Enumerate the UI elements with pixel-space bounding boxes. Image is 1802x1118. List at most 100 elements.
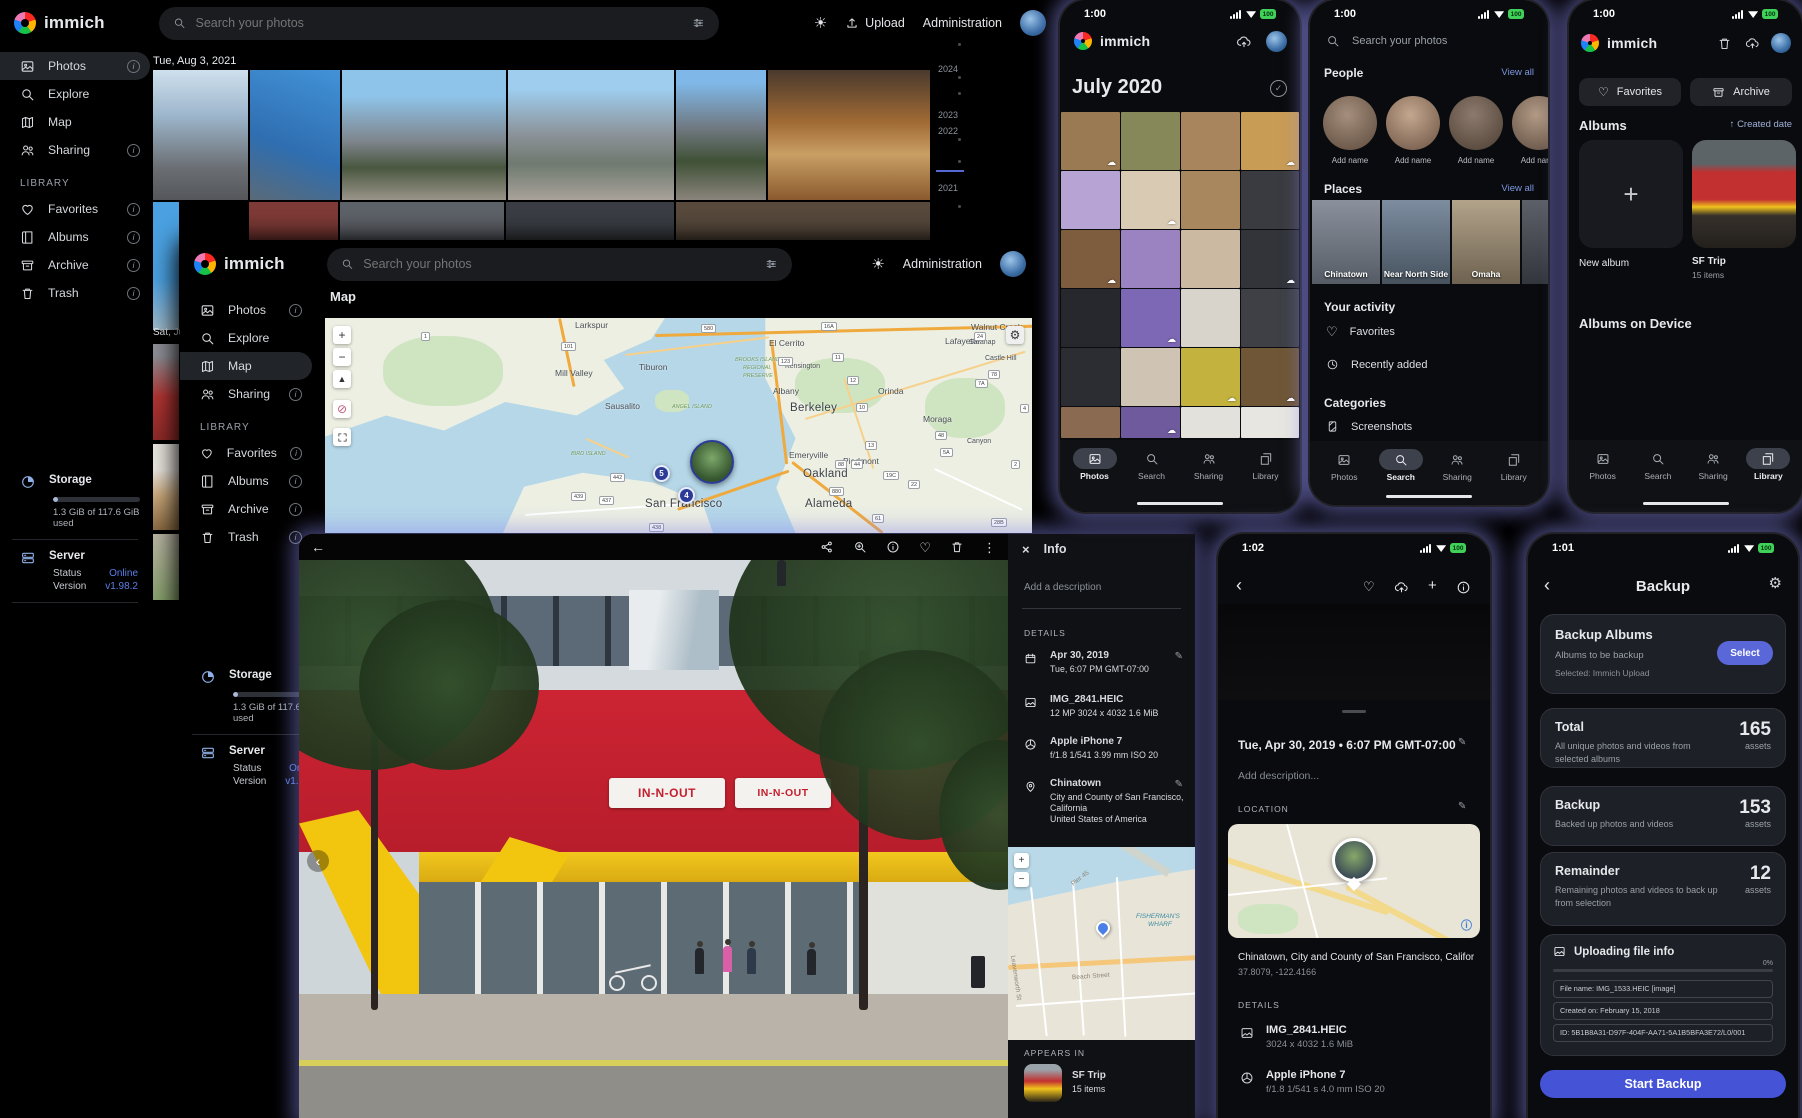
select-all-icon[interactable]: ✓ bbox=[1270, 80, 1287, 97]
photo-tile[interactable] bbox=[1061, 407, 1120, 438]
photo-thumbnail[interactable] bbox=[342, 70, 506, 200]
photo-thumbnail[interactable] bbox=[250, 70, 340, 200]
add-icon[interactable]: + bbox=[1428, 578, 1437, 593]
sidebar-item-trash[interactable]: Trashi bbox=[180, 523, 312, 551]
photo-tile[interactable] bbox=[1121, 289, 1180, 347]
location-map[interactable]: ⓘ bbox=[1228, 824, 1480, 938]
sidebar-item-map[interactable]: Map bbox=[0, 108, 150, 136]
map-info-icon[interactable]: ⓘ bbox=[1461, 921, 1472, 932]
cloud-sync-icon[interactable] bbox=[1745, 36, 1760, 51]
info-icon[interactable] bbox=[886, 540, 900, 554]
sidebar-item-map[interactable]: Map bbox=[180, 352, 312, 380]
photo-tile[interactable] bbox=[1241, 230, 1299, 288]
place-tile[interactable]: Near North Side bbox=[1382, 200, 1450, 284]
add-name-link[interactable]: Add name bbox=[1512, 156, 1548, 165]
minimap-zoom-out[interactable]: − bbox=[1014, 872, 1029, 887]
delete-icon[interactable] bbox=[950, 540, 964, 554]
edit-date-pencil-icon[interactable]: ✎ bbox=[1175, 652, 1183, 662]
map-photo-marker[interactable] bbox=[690, 440, 734, 484]
person-face[interactable] bbox=[1449, 96, 1503, 150]
nav-library[interactable]: Library bbox=[1741, 448, 1795, 512]
sidebar-item-archive[interactable]: Archivei bbox=[180, 495, 312, 523]
sidebar-item-sharing[interactable]: Sharingi bbox=[0, 136, 150, 164]
search-input[interactable] bbox=[363, 257, 755, 271]
edit-location-pencil-icon[interactable]: ✎ bbox=[1175, 780, 1183, 790]
photo-tile[interactable] bbox=[1121, 407, 1180, 438]
nav-photos[interactable]: Photos bbox=[1576, 448, 1630, 512]
photo-tile[interactable] bbox=[1241, 171, 1299, 229]
administration-link[interactable]: Administration bbox=[923, 16, 1002, 30]
photo-thumbnail[interactable] bbox=[676, 70, 766, 200]
prev-photo-button[interactable]: ‹ bbox=[307, 850, 329, 872]
share-icon[interactable] bbox=[820, 540, 834, 554]
map-cluster-marker[interactable]: 5 bbox=[653, 465, 670, 482]
photo-tile[interactable] bbox=[1241, 112, 1299, 170]
edit-location-pencil-icon[interactable]: ✎ bbox=[1458, 802, 1466, 812]
photo-dark-preview[interactable] bbox=[1218, 604, 1490, 700]
close-icon[interactable]: × bbox=[1022, 543, 1030, 556]
photo-tile[interactable] bbox=[1181, 171, 1240, 229]
description-input[interactable]: Add description... bbox=[1238, 770, 1319, 782]
photo-tile[interactable] bbox=[1061, 230, 1120, 288]
avatar[interactable] bbox=[1771, 33, 1791, 53]
theme-toggle-icon[interactable]: ☀ bbox=[814, 16, 827, 31]
photo-thumbnail[interactable] bbox=[340, 202, 504, 240]
immich-logo[interactable]: immich bbox=[194, 253, 285, 275]
album-sf-trip-tile[interactable] bbox=[1692, 140, 1796, 248]
photo-thumbnail[interactable] bbox=[506, 202, 674, 240]
sidebar-item-photos[interactable]: Photosi bbox=[180, 296, 312, 324]
photo-thumbnail[interactable] bbox=[153, 70, 248, 200]
administration-link[interactable]: Administration bbox=[903, 257, 982, 271]
favorite-heart-icon[interactable]: ♡ bbox=[1363, 580, 1375, 593]
back-icon[interactable]: ‹ bbox=[1236, 576, 1242, 594]
map-zoom-in-button[interactable]: + bbox=[333, 326, 351, 344]
cloud-sync-icon[interactable] bbox=[1236, 34, 1252, 50]
album-name[interactable]: SF Trip bbox=[1072, 1070, 1106, 1081]
photo-thumbnail[interactable] bbox=[676, 202, 930, 240]
sidebar-item-sharing[interactable]: Sharingi bbox=[180, 380, 312, 408]
sidebar-item-archive[interactable]: Archivei bbox=[0, 251, 150, 279]
person-face[interactable] bbox=[1386, 96, 1440, 150]
photo-tile[interactable] bbox=[1181, 348, 1240, 406]
timeline-scrubber-handle[interactable] bbox=[936, 170, 964, 172]
search-bar[interactable] bbox=[327, 248, 792, 281]
sidebar-item-favorites[interactable]: Favoritesi bbox=[0, 195, 150, 223]
favorites-row[interactable]: ♡Favorites bbox=[1326, 325, 1395, 338]
favorite-heart-icon[interactable]: ♡ bbox=[919, 541, 931, 554]
map-fullscreen-button[interactable] bbox=[333, 428, 351, 446]
map-filter-button[interactable]: ⊘ bbox=[333, 400, 351, 418]
photo-viewer[interactable]: IN-N-OUT IN-N-OUT bbox=[299, 560, 1008, 1118]
nav-photos[interactable]: Photos bbox=[1317, 449, 1371, 505]
photo-tile[interactable] bbox=[1121, 171, 1180, 229]
sidebar-item-albums[interactable]: Albumsi bbox=[0, 223, 150, 251]
screenshots-row[interactable]: Screenshots bbox=[1326, 420, 1412, 433]
sidebar-item-explore[interactable]: Explore bbox=[0, 80, 150, 108]
place-tile[interactable]: Chinatown bbox=[1312, 200, 1380, 284]
map-settings-gear-icon[interactable]: ⚙ bbox=[1006, 326, 1024, 344]
sidebar-item-albums[interactable]: Albumsi bbox=[180, 467, 312, 495]
nav-library[interactable]: Library bbox=[1487, 449, 1541, 505]
add-name-link[interactable]: Add name bbox=[1323, 156, 1377, 165]
photo-tile[interactable] bbox=[1241, 289, 1299, 347]
map-compass-button[interactable]: ▲ bbox=[333, 370, 351, 388]
add-name-link[interactable]: Add name bbox=[1386, 156, 1440, 165]
photo-thumbnail[interactable] bbox=[153, 534, 179, 600]
filter-sliders-icon[interactable] bbox=[765, 257, 778, 271]
more-menu-icon[interactable]: ⋮ bbox=[983, 541, 996, 554]
nav-photos[interactable]: Photos bbox=[1068, 448, 1122, 512]
filter-sliders-icon[interactable] bbox=[692, 16, 705, 30]
photo-tile[interactable] bbox=[1061, 289, 1120, 347]
photo-thumbnail[interactable] bbox=[153, 344, 179, 440]
search-bar[interactable]: Search your photos bbox=[1326, 34, 1447, 48]
info-icon[interactable] bbox=[1456, 580, 1471, 595]
select-button[interactable]: Select bbox=[1717, 641, 1773, 665]
photo-tile[interactable] bbox=[1061, 348, 1120, 406]
place-tile[interactable]: P bbox=[1522, 200, 1548, 284]
photo-tile[interactable] bbox=[1181, 230, 1240, 288]
photo-thumbnail[interactable] bbox=[153, 202, 179, 330]
sheet-handle[interactable] bbox=[1342, 710, 1366, 713]
person-face[interactable] bbox=[1512, 96, 1548, 150]
add-name-link[interactable]: Add name bbox=[1449, 156, 1503, 165]
avatar[interactable] bbox=[1000, 251, 1026, 277]
start-backup-button[interactable]: Start Backup bbox=[1540, 1070, 1786, 1098]
